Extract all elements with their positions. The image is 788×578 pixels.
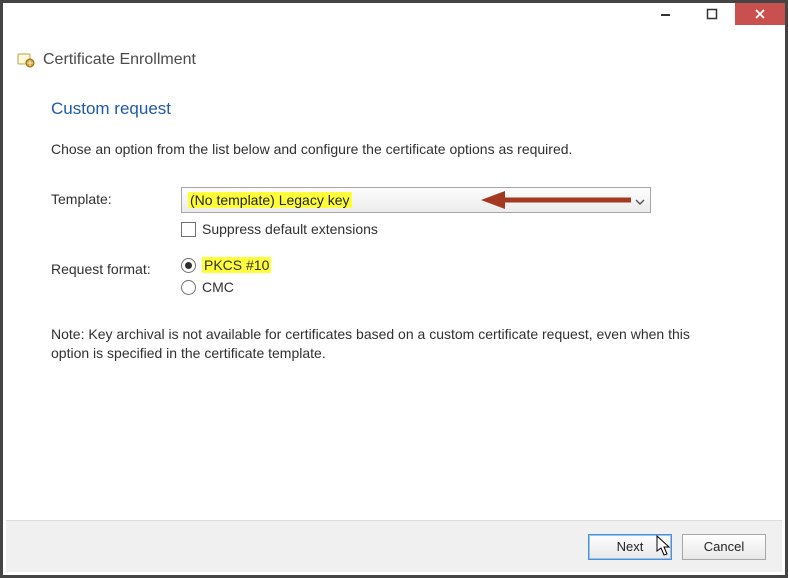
instruction-text: Chose an option from the list below and … xyxy=(51,141,737,157)
radio-cmc-label: CMC xyxy=(202,279,234,295)
template-selected-value: (No template) Legacy key xyxy=(188,192,352,208)
next-button-label: Next xyxy=(617,539,644,554)
radio-pkcs10[interactable]: PKCS #10 xyxy=(181,257,737,273)
request-format-label: Request format: xyxy=(51,257,181,277)
next-button[interactable]: Next xyxy=(588,534,672,560)
section-heading: Custom request xyxy=(51,99,737,119)
close-button[interactable] xyxy=(735,3,785,25)
template-select[interactable]: (No template) Legacy key xyxy=(181,187,651,213)
template-label: Template: xyxy=(51,187,181,207)
suppress-extensions-checkbox[interactable]: Suppress default extensions xyxy=(181,221,737,237)
minimize-button[interactable] xyxy=(643,3,689,25)
suppress-extensions-label: Suppress default extensions xyxy=(202,221,378,237)
template-row: Template: (No template) Legacy key xyxy=(51,187,737,237)
content-area: Custom request Chose an option from the … xyxy=(3,71,785,363)
checkbox-icon xyxy=(181,222,196,237)
certificate-icon xyxy=(17,51,35,69)
footer: Next Cancel xyxy=(6,520,782,572)
radio-icon xyxy=(181,258,196,273)
radio-pkcs10-label: PKCS #10 xyxy=(202,257,271,273)
note-text: Note: Key archival is not available for … xyxy=(51,325,731,363)
cancel-button[interactable]: Cancel xyxy=(682,534,766,560)
maximize-button[interactable] xyxy=(689,3,735,25)
dialog-title: Certificate Enrollment xyxy=(43,51,196,69)
request-format-row: Request format: PKCS #10 CMC xyxy=(51,257,737,301)
radio-cmc[interactable]: CMC xyxy=(181,279,737,295)
radio-icon xyxy=(181,280,196,295)
header: Certificate Enrollment xyxy=(3,33,785,71)
titlebar xyxy=(3,3,785,33)
cancel-button-label: Cancel xyxy=(704,539,744,554)
dialog-window: Certificate Enrollment Custom request Ch… xyxy=(0,0,788,578)
